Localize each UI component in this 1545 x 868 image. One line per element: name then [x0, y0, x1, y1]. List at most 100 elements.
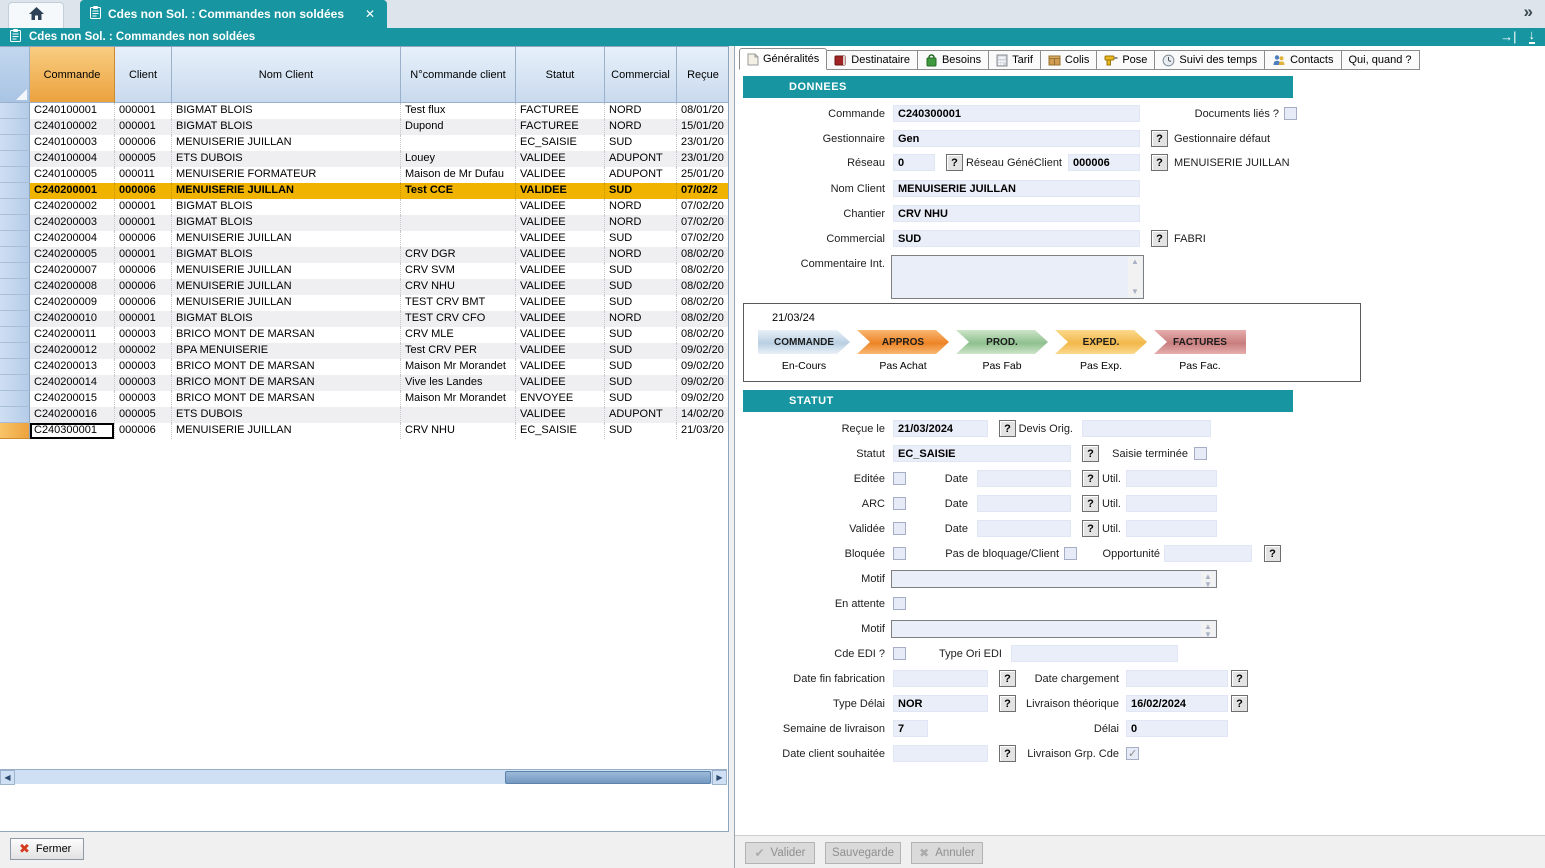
table-cell[interactable]: C240100001 — [30, 103, 115, 119]
gestionnaire-field[interactable]: Gen — [893, 130, 1140, 147]
table-cell[interactable]: ADUPONT — [605, 407, 677, 423]
table-cell[interactable]: VALIDEE — [516, 327, 605, 343]
row-selector[interactable] — [0, 295, 30, 311]
table-cell[interactable]: SUD — [605, 423, 677, 439]
row-selector[interactable] — [0, 311, 30, 327]
table-cell[interactable]: 14/02/20 — [677, 407, 729, 423]
editee-util-field[interactable] — [1126, 470, 1217, 487]
table-cell[interactable]: MENUISERIE JUILLAN — [172, 295, 401, 311]
table-cell[interactable]: 000006 — [115, 263, 172, 279]
recue-le-field[interactable]: 21/03/2024 — [893, 420, 988, 437]
table-cell[interactable]: SUD — [605, 391, 677, 407]
opportunite-help-button[interactable]: ? — [1264, 545, 1281, 562]
table-cell[interactable]: C240200004 — [30, 231, 115, 247]
table-cell[interactable]: 000006 — [115, 183, 172, 199]
table-cell[interactable]: C240200007 — [30, 263, 115, 279]
table-cell[interactable]: Maison Mr Morandet — [401, 359, 516, 375]
table-cell[interactable]: VALIDEE — [516, 359, 605, 375]
table-cell[interactable]: BIGMAT BLOIS — [172, 247, 401, 263]
row-selector[interactable] — [0, 263, 30, 279]
livraison-grp-checkbox[interactable] — [1126, 747, 1139, 760]
table-cell[interactable]: C240200013 — [30, 359, 115, 375]
table-cell[interactable]: CRV NHU — [401, 423, 516, 439]
table-cell[interactable]: VALIDEE — [516, 231, 605, 247]
scroll-left-arrow[interactable]: ◀ — [0, 770, 15, 785]
column-header-statut[interactable]: Statut — [516, 47, 605, 103]
column-header-recue[interactable]: Reçue — [677, 47, 729, 103]
table-cell[interactable]: MENUISERIE FORMATEUR — [172, 167, 401, 183]
table-row[interactable]: C240100001000001BIGMAT BLOISTest fluxFAC… — [0, 103, 729, 119]
table-cell[interactable]: Maison de Mr Dufau — [401, 167, 516, 183]
tab-generalites[interactable]: Généralités — [739, 48, 827, 70]
tab-besoins[interactable]: Besoins — [918, 50, 989, 70]
main-tab[interactable]: Cdes non Sol. : Commandes non soldées ✕ — [80, 0, 387, 28]
table-cell[interactable]: 000003 — [115, 327, 172, 343]
table-cell[interactable]: BRICO MONT DE MARSAN — [172, 359, 401, 375]
table-cell[interactable]: 000001 — [115, 103, 172, 119]
type-ori-edi-field[interactable] — [1011, 645, 1178, 662]
row-selector[interactable] — [0, 231, 30, 247]
scroll-right-arrow[interactable]: ▶ — [712, 770, 727, 785]
en-attente-checkbox[interactable] — [893, 597, 906, 610]
table-cell[interactable]: 08/02/20 — [677, 247, 729, 263]
table-cell[interactable] — [401, 231, 516, 247]
date-client-souhaitee-field[interactable] — [893, 745, 988, 762]
table-cell[interactable]: TEST CRV BMT — [401, 295, 516, 311]
table-cell[interactable]: C240100005 — [30, 167, 115, 183]
table-cell[interactable]: SUD — [605, 279, 677, 295]
row-selector[interactable] — [0, 199, 30, 215]
arc-util-field[interactable] — [1126, 495, 1217, 512]
row-selector[interactable] — [0, 359, 30, 375]
table-cell[interactable]: 000001 — [115, 215, 172, 231]
download-icon[interactable]: ↓ — [1529, 29, 1536, 44]
table-row[interactable]: C240200011000003BRICO MONT DE MARSANCRV … — [0, 327, 729, 343]
documents-lies-checkbox[interactable] — [1284, 107, 1297, 120]
column-header-commercial[interactable]: Commercial — [605, 47, 677, 103]
table-cell[interactable]: BIGMAT BLOIS — [172, 103, 401, 119]
row-selector[interactable] — [0, 391, 30, 407]
table-cell[interactable]: SUD — [605, 327, 677, 343]
date-chargement-help-button[interactable]: ? — [1231, 670, 1248, 687]
commercial-field[interactable]: SUD — [893, 230, 1140, 247]
row-selector[interactable] — [0, 167, 30, 183]
tab-destinataire[interactable]: Destinataire — [827, 50, 918, 70]
table-cell[interactable]: BIGMAT BLOIS — [172, 119, 401, 135]
table-cell[interactable]: VALIDEE — [516, 407, 605, 423]
table-cell[interactable]: C240100003 — [30, 135, 115, 151]
table-cell[interactable] — [401, 407, 516, 423]
validee-date-field[interactable] — [977, 520, 1071, 537]
opportunite-field[interactable] — [1164, 545, 1252, 562]
table-cell[interactable]: VALIDEE — [516, 215, 605, 231]
row-selector[interactable] — [0, 423, 30, 439]
table-cell[interactable]: 08/02/20 — [677, 327, 729, 343]
table-cell[interactable]: NORD — [605, 103, 677, 119]
table-cell[interactable]: C240100004 — [30, 151, 115, 167]
editee-date-field[interactable] — [977, 470, 1071, 487]
table-cell[interactable]: 08/02/20 — [677, 295, 729, 311]
scrollbar-thumb[interactable] — [505, 771, 711, 784]
row-selector[interactable] — [0, 119, 30, 135]
table-cell[interactable]: VALIDEE — [516, 151, 605, 167]
table-row[interactable]: C240100005000011MENUISERIE FORMATEURMais… — [0, 167, 729, 183]
table-cell[interactable]: MENUISERIE JUILLAN — [172, 423, 401, 439]
table-cell[interactable]: C240100002 — [30, 119, 115, 135]
delai-field[interactable]: 0 — [1126, 720, 1228, 737]
table-cell[interactable]: Louey — [401, 151, 516, 167]
gestionnaire-help-button[interactable]: ? — [1151, 130, 1168, 147]
sauvegarde-button[interactable]: Sauvegarde — [825, 842, 901, 864]
table-cell[interactable]: 000006 — [115, 135, 172, 151]
motif2-textarea[interactable]: ▲▼ — [891, 620, 1217, 638]
table-cell[interactable]: 000003 — [115, 391, 172, 407]
date-chargement-field[interactable] — [1126, 670, 1228, 687]
row-selector[interactable] — [0, 215, 30, 231]
table-cell[interactable]: C240200005 — [30, 247, 115, 263]
validee-util-field[interactable] — [1126, 520, 1217, 537]
tab-tarif[interactable]: Tarif — [989, 50, 1041, 70]
saisie-terminee-checkbox[interactable] — [1194, 447, 1207, 460]
table-cell[interactable]: BIGMAT BLOIS — [172, 215, 401, 231]
table-row[interactable]: C240200013000003BRICO MONT DE MARSANMais… — [0, 359, 729, 375]
table-cell[interactable]: 15/01/20 — [677, 119, 729, 135]
type-delai-help-button[interactable]: ? — [999, 695, 1016, 712]
table-cell[interactable]: FACTUREE — [516, 103, 605, 119]
table-cell[interactable]: MENUISERIE JUILLAN — [172, 231, 401, 247]
